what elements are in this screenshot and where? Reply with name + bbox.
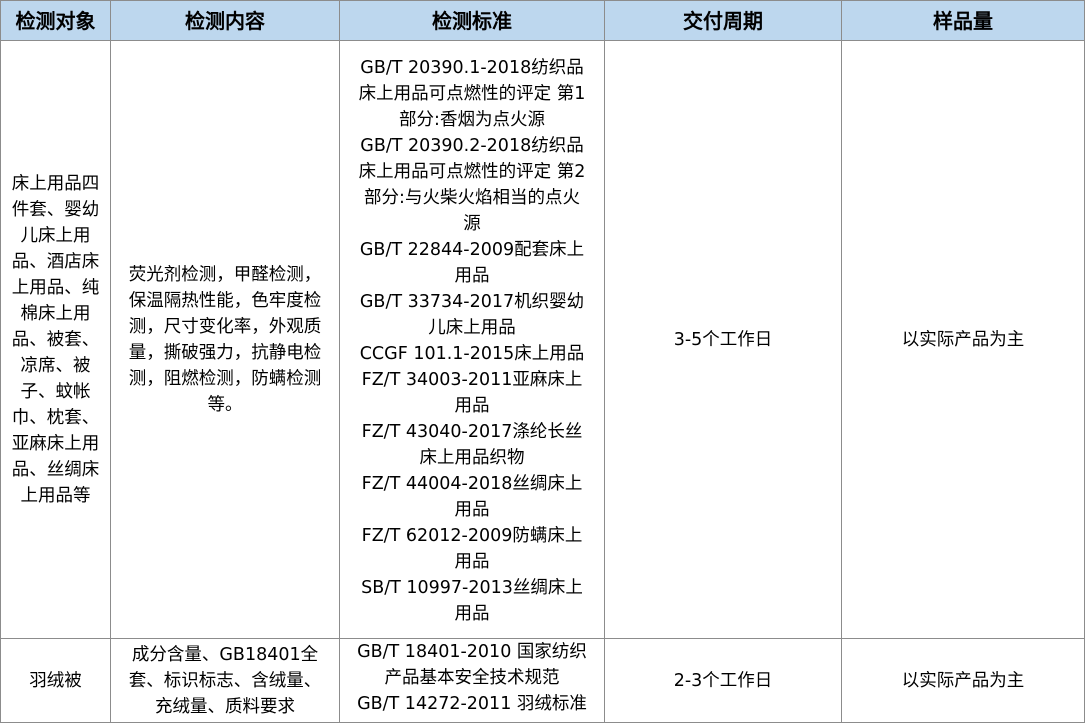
text-line: 巾、枕套、 — [11, 407, 100, 428]
text-line: 品、丝绸床 — [11, 459, 100, 480]
content-cell: 荧光剂检测，甲醛检测， 保温隔热性能，色牢度检 测，尺寸变化率，外观质 量，撕破强力，… — [110, 40, 340, 639]
object-lines: 床上用品四件套、婴幼儿床上用品、酒店床上用品、纯棉床上用品、被套、凉席、被子、蚊… — [5, 171, 106, 509]
standard-cell: GB/T 20390.1-2018纺织品 床上用品可点燃性的评定 第1 部分:香烟为… — [339, 40, 605, 639]
text-line: 部分:香烟为点火源 — [399, 109, 545, 130]
text-line: 上用品、纯 — [11, 277, 100, 298]
text-line: 荧光剂检测，甲醛检测， — [128, 264, 322, 285]
text-line: 床上用品四 — [11, 173, 100, 194]
text-line: GB/T 22844-2009配套床上 — [359, 239, 585, 260]
text-line: 产品基本安全技术规范 — [384, 668, 560, 688]
text-line: 羽绒被 — [29, 670, 82, 691]
text-line: 源 — [463, 213, 481, 234]
cycle-cell: 2-3个工作日 — [604, 638, 842, 723]
standard-lines: GB/T 20390.1-2018纺织品 床上用品可点燃性的评定 第1 部分:香烟为… — [344, 55, 600, 627]
text-line: 测，阻燃检测，防螨检测 — [128, 368, 322, 389]
text-line: 儿床上用 — [20, 225, 91, 246]
standard-lines: GB/T 18401-2010 国家纺织 产品基本安全技术规范 GB/T 14272… — [344, 640, 600, 718]
text-line: 用品 — [454, 499, 490, 520]
text-line: 子、蚊帐 — [20, 381, 91, 402]
text-line: GB/T 33734-2017机织婴幼 — [359, 291, 585, 312]
text-line: 品、酒店床 — [11, 251, 100, 272]
text-line: 用品 — [454, 603, 490, 624]
text-line: GB/T 20390.2-2018纺织品 — [360, 135, 584, 156]
sample-cell: 以实际产品为主 — [841, 638, 1085, 723]
text-line: 床上用品织物 — [419, 447, 525, 468]
text-line: GB/T 18401-2010 国家纺织 — [357, 642, 587, 662]
text-line: 用品 — [454, 551, 490, 572]
text-line: 套、标识标志、含绒量、 — [128, 670, 322, 691]
content-lines: 荧光剂检测，甲醛检测， 保温隔热性能，色牢度检 测，尺寸变化率，外观质 量，撕破强力，… — [115, 262, 335, 418]
header-standard: 检测标准 — [339, 0, 605, 41]
header-sample: 样品量 — [841, 0, 1085, 41]
content-cell: 成分含量、GB18401全 套、标识标志、含绒量、 充绒量、质料要求 — [110, 638, 340, 723]
standard-cell: GB/T 18401-2010 国家纺织 产品基本安全技术规范 GB/T 14272… — [339, 638, 605, 723]
text-line: 上用品等 — [20, 485, 91, 506]
text-line: FZ/T 34003-2011亚麻床上 — [361, 369, 583, 390]
text-line: 亚麻床上用 — [11, 433, 100, 454]
text-line: 保温隔热性能，色牢度检 — [128, 290, 322, 311]
inspection-table: 检测对象 检测内容 检测标准 交付周期 样品量 床上用品四件套、婴幼儿床上用品、… — [0, 0, 1085, 723]
object-cell: 羽绒被 — [0, 638, 111, 723]
text-line: GB/T 14272-2011 羽绒标准 — [357, 694, 587, 714]
text-line: 件套、婴幼 — [11, 199, 100, 220]
text-line: 等。 — [207, 394, 243, 415]
cycle-cell: 3-5个工作日 — [604, 40, 842, 639]
object-cell: 床上用品四件套、婴幼儿床上用品、酒店床上用品、纯棉床上用品、被套、凉席、被子、蚊… — [0, 40, 111, 639]
text-line: 棉床上用 — [20, 303, 91, 324]
text-line: 床上用品可点燃性的评定 第1 — [358, 83, 586, 104]
text-line: 充绒量、质料要求 — [155, 696, 295, 717]
text-line: 测，尺寸变化率，外观质 — [128, 316, 322, 337]
object-lines: 羽绒被 — [5, 668, 106, 694]
text-line: 部分:与火柴火焰相当的点火 — [364, 187, 580, 208]
content-lines: 成分含量、GB18401全 套、标识标志、含绒量、 充绒量、质料要求 — [115, 642, 335, 720]
header-object: 检测对象 — [0, 0, 111, 41]
table-header-row: 检测对象 检测内容 检测标准 交付周期 样品量 — [0, 0, 1085, 41]
text-line: GB/T 20390.1-2018纺织品 — [360, 57, 584, 78]
text-line: 量，撕破强力，抗静电检 — [128, 342, 322, 363]
text-line: 床上用品可点燃性的评定 第2 — [358, 161, 586, 182]
text-line: SB/T 10997-2013丝绸床上 — [361, 577, 583, 598]
table-row: 床上用品四件套、婴幼儿床上用品、酒店床上用品、纯棉床上用品、被套、凉席、被子、蚊… — [0, 40, 1085, 639]
text-line: 用品 — [454, 395, 490, 416]
sample-cell: 以实际产品为主 — [841, 40, 1085, 639]
text-line: FZ/T 62012-2009防螨床上 — [361, 525, 583, 546]
text-line: 凉席、被 — [20, 355, 91, 376]
text-line: 成分含量、GB18401全 — [131, 644, 319, 665]
text-line: FZ/T 43040-2017涤纶长丝 — [361, 421, 583, 442]
text-line: 用品 — [454, 265, 490, 286]
text-line: FZ/T 44004-2018丝绸床上 — [361, 473, 583, 494]
text-line: 儿床上用品 — [428, 317, 516, 338]
table-row: 羽绒被 成分含量、GB18401全 套、标识标志、含绒量、 充绒量、质料要求 GB/… — [0, 638, 1085, 723]
text-line: CCGF 101.1-2015床上用品 — [359, 343, 585, 364]
text-line: 品、被套、 — [11, 329, 100, 350]
header-cycle: 交付周期 — [604, 0, 842, 41]
header-content: 检测内容 — [110, 0, 340, 41]
